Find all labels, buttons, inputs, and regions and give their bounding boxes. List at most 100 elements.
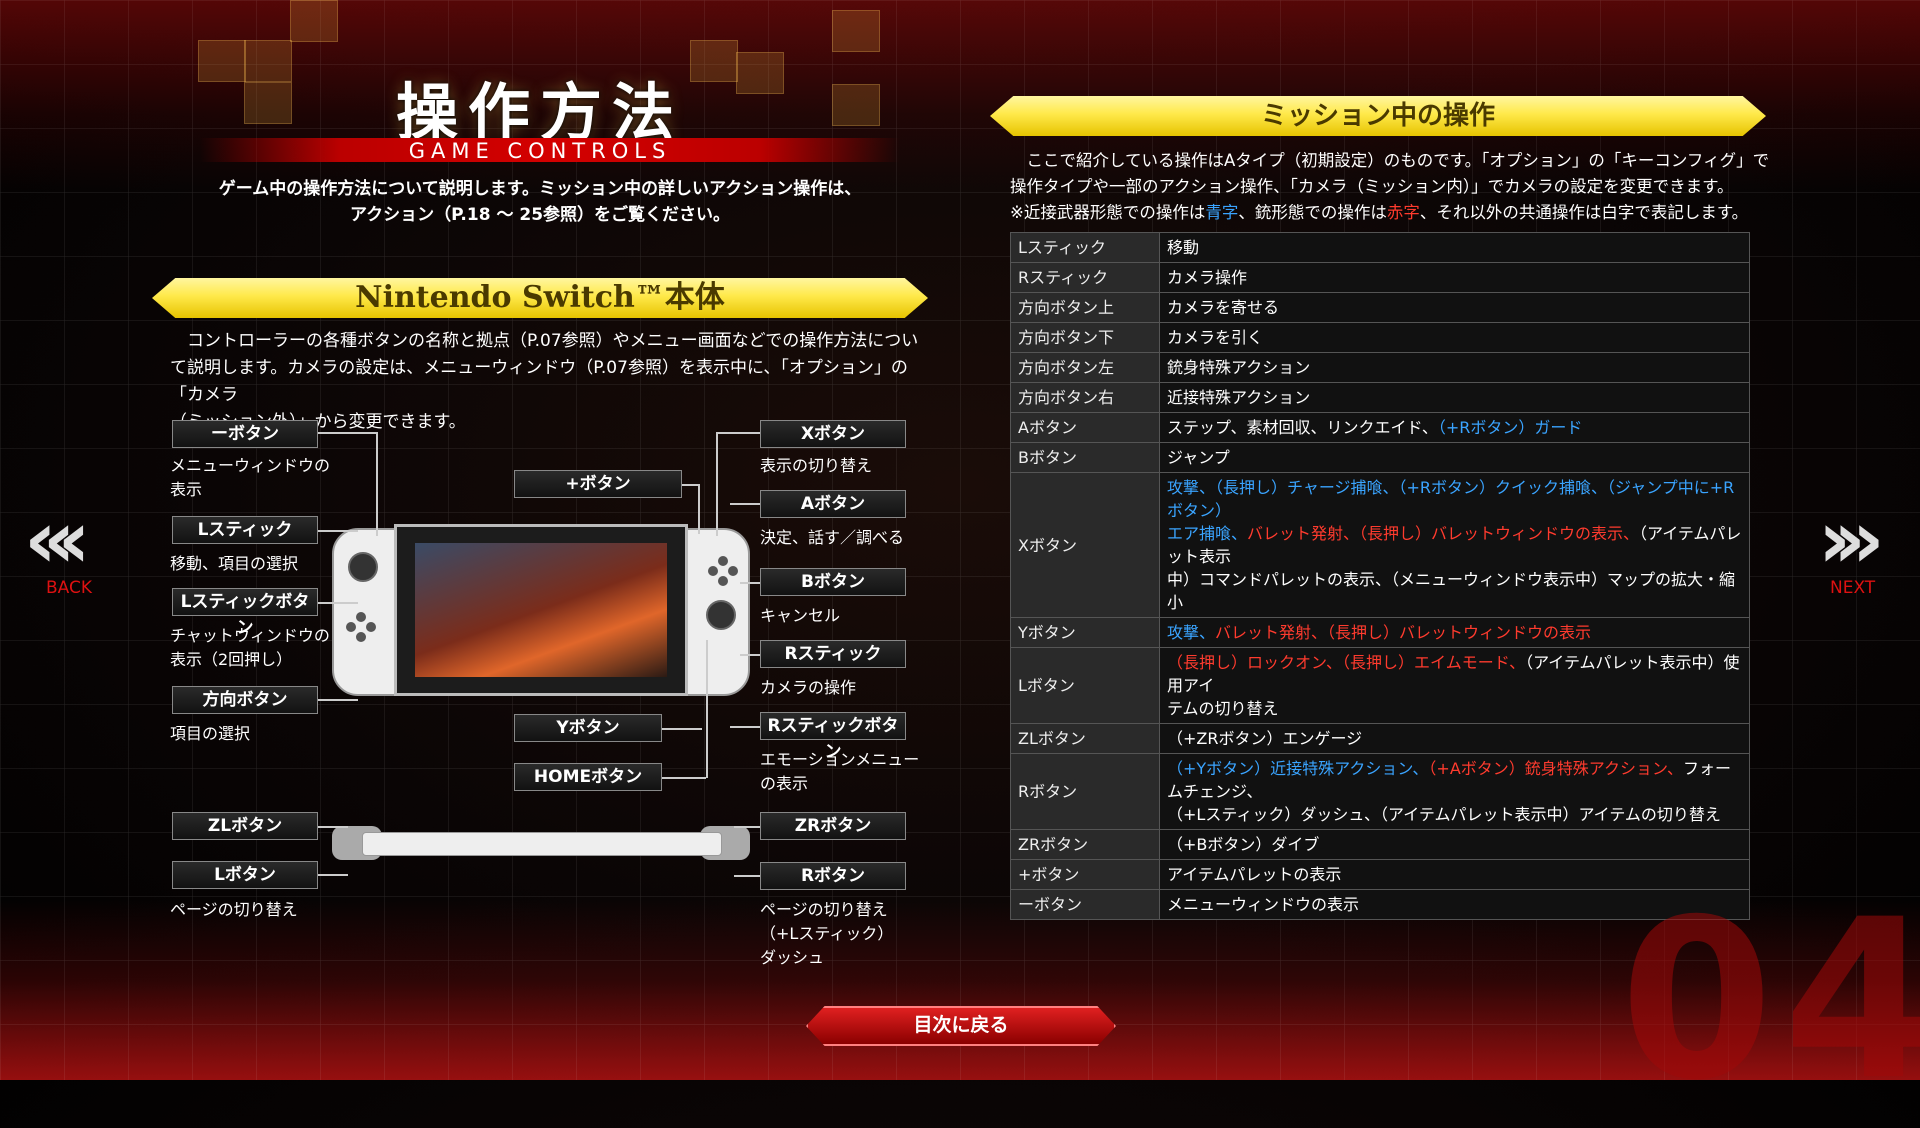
connector-line [318,432,376,434]
connector-line [734,875,760,877]
desc-line: エモーションメニュー [760,750,920,769]
console-top-edge [362,832,722,856]
decor-square [290,0,338,42]
row-value: 攻撃、（長押し）チャージ捕喰、（+Rボタン）クイック捕喰、（ジャンプ中に+Rボタ… [1159,472,1750,618]
table-row: ZLボタン （+ZRボタン）エンゲージ [1010,723,1750,754]
row-value: カメラ操作 [1159,262,1750,293]
value-text-red: （長押し）ロックオン、（長押し）エイムモード、 [1167,653,1526,672]
dpad-desc: 項目の選択 [170,724,251,743]
page-subtitle: GAME CONTROLS [408,139,672,163]
description-line: て説明します。カメラの設定は、メニューウィンドウ（P.07参照）を表示中に、「オ… [170,358,908,405]
note-text: 、それ以外の共通操作は白字で表記します。 [1419,203,1749,222]
table-row: 方向ボタン上 カメラを寄せる [1010,292,1750,323]
plus-button-label: +ボタン [514,470,682,498]
table-row: Xボタン 攻撃、（長押し）チャージ捕喰、（+Rボタン）クイック捕喰、（ジャンプ中に… [1010,472,1750,618]
x-button-desc: 表示の切り替え [760,456,873,475]
value-text-blue: エア捕喰、 [1167,524,1248,543]
a-button-icon [728,566,738,576]
table-row: Aボタン ステップ、素材回収、リンクエイド、（+Rボタン）ガード [1010,412,1750,443]
value-text-blue: 攻撃、 [1167,623,1216,642]
row-key: ーボタン [1010,889,1160,920]
l-button-label: Lボタン [172,861,318,889]
console-top-view-illustration [332,826,750,860]
value-text-red: バレット発射、（長押し）バレットウィンドウの表示、 [1247,524,1640,543]
connector-line [376,432,378,536]
row-value: 攻撃、バレット発射、（長押し）バレットウィンドウの表示 [1159,617,1750,648]
intro-text: ゲーム中の操作方法について説明します。ミッション中の詳しいアクション操作は、 ア… [170,176,910,228]
row-key: Rボタン [1010,753,1160,830]
description-line: コントローラーの各種ボタンの名称と拠点（P.07参照）やメニュー画面などでの操作… [170,331,919,351]
desc-line: （+Lスティック） [760,924,894,943]
connector-line [318,826,348,828]
row-key: 方向ボタン右 [1010,382,1160,413]
dpad-label: 方向ボタン [172,686,318,714]
decor-square [832,10,880,52]
table-row: Lボタン （長押し）ロックオン、（長押し）エイムモード、（アイテムパレット表示中）… [1010,647,1750,724]
minus-button-desc: メニューウィンドウの 表示 [170,454,330,502]
row-value: ジャンプ [1159,442,1750,473]
page-number: 04 [1620,872,1920,1128]
table-row: Rスティック カメラ操作 [1010,262,1750,293]
value-text: ステップ、素材回収、リンクエイド、 [1167,418,1438,437]
row-key: Bボタン [1010,442,1160,473]
dpad-icon [366,622,376,632]
a-button-label: Aボタン [760,490,906,518]
game-screen-image [415,543,667,677]
row-key: 方向ボタン下 [1010,322,1160,353]
dpad-icon [356,632,366,642]
b-button-icon [718,576,728,586]
row-key: ZLボタン [1010,723,1160,754]
dpad-icon [346,622,356,632]
back-button[interactable]: BACK [46,578,92,598]
table-row: Yボタン 攻撃、バレット発射、（長押し）バレットウィンドウの表示 [1010,617,1750,648]
connector-line [698,484,700,534]
a-button-desc: 決定、話す／調べる [760,528,905,547]
zl-button-label: ZLボタン [172,812,318,840]
b-button-desc: キャンセル [760,606,841,625]
row-value: 銃身特殊アクション [1159,352,1750,383]
connector-line [730,503,760,505]
row-key: 方向ボタン左 [1010,352,1160,383]
x-button-label: Xボタン [760,420,906,448]
row-value: カメラを引く [1159,322,1750,353]
row-value: カメラを寄せる [1159,292,1750,323]
connector-line [740,654,760,656]
connector-line [318,530,358,532]
r-button-label: Rボタン [760,862,906,890]
desc-line: ページの切り替え [760,900,888,919]
value-text: 中）コマンドパレットの表示、（メニューウィンドウ表示中）マップの拡大・縮小 [1167,570,1736,612]
row-value: （+ZRボタン）エンゲージ [1159,723,1750,754]
table-row: Rボタン （+Yボタン）近接特殊アクション、（+Aボタン）銃身特殊アクション、フォ… [1010,753,1750,830]
connector-line [734,826,760,828]
desc-line: メニューウィンドウの [170,456,331,475]
mission-controls-table: Lスティック 移動 Rスティック カメラ操作 方向ボタン上 カメラを寄せる 方向ボタン… [1010,232,1750,920]
value-text-blue: （+Yボタン）近接特殊アクション、 [1167,759,1429,778]
table-of-contents-button[interactable]: 目次に戻る [806,1006,1116,1046]
zr-button-label: ZRボタン [760,812,906,840]
note-line: ここで紹介している操作はAタイプ（初期設定）のものです。「オプション」の「キーコ… [1010,151,1770,170]
next-button[interactable]: NEXT [1830,578,1875,598]
mission-banner-title: ミッション中の操作 [1260,101,1495,131]
value-text-blue: 攻撃、（長押し）チャージ捕喰、（+Rボタン）クイック捕喰、（ジャンプ中に+Rボタ… [1167,478,1735,520]
table-row: 方向ボタン左 銃身特殊アクション [1010,352,1750,383]
home-button-label: HOMEボタン [514,763,662,791]
connector-line [730,726,760,728]
row-key: 方向ボタン上 [1010,292,1160,323]
connector-line [716,432,760,434]
next-arrow-icon[interactable]: ›» [1818,500,1885,580]
rstick-button-label: Rスティックボタン [760,712,906,762]
desc-line: チャットウィンドウの [170,626,330,645]
r-button-desc: ページの切り替え （+Lスティック） ダッシュ [760,898,893,970]
connector-line [740,582,760,584]
value-text: テムの切り替え [1167,699,1279,718]
value-text-red: バレット発射、（長押し）バレットウィンドウの表示 [1215,623,1592,642]
note-red-text: 赤字 [1386,203,1420,222]
table-row: Bボタン ジャンプ [1010,442,1750,473]
x-button-icon [718,556,728,566]
switch-banner-title: Nintendo Switch™本体 [355,280,725,315]
rstick-button-desc: エモーションメニュー の表示 [760,748,919,796]
row-key: ZRボタン [1010,829,1160,860]
lstick-desc: 移動、項目の選択 [170,554,299,573]
back-arrow-icon[interactable]: «‹ [24,500,91,580]
desc-line: 表示 [170,480,203,499]
